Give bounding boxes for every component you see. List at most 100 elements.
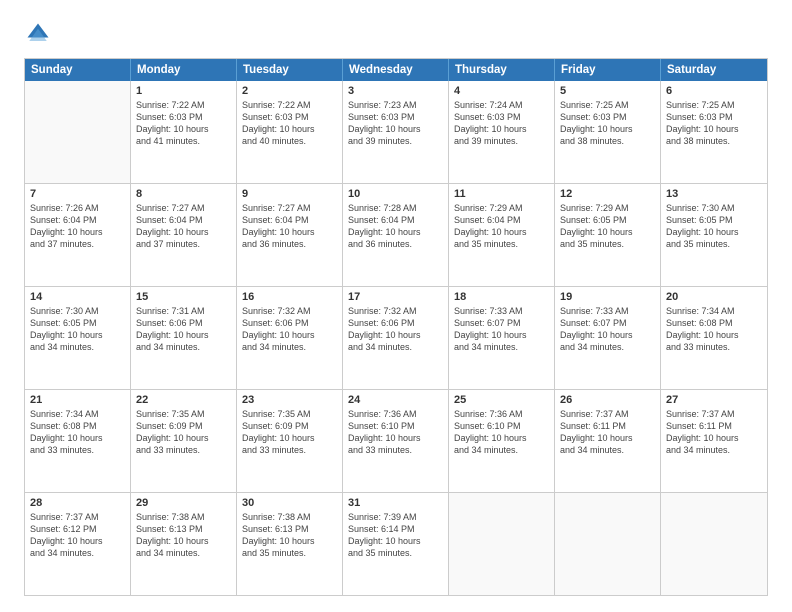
sunrise-text: Sunrise: 7:37 AM	[30, 511, 125, 523]
day-number: 20	[666, 291, 762, 303]
day-number: 12	[560, 188, 655, 200]
day-number: 3	[348, 85, 443, 97]
sunset-text: Sunset: 6:07 PM	[560, 317, 655, 329]
sunrise-text: Sunrise: 7:30 AM	[30, 305, 125, 317]
daylight-minutes: and 40 minutes.	[242, 135, 337, 147]
daylight-minutes: and 35 minutes.	[454, 238, 549, 250]
sunrise-text: Sunrise: 7:35 AM	[242, 408, 337, 420]
sunset-text: Sunset: 6:03 PM	[666, 111, 762, 123]
daylight-text: Daylight: 10 hours	[30, 432, 125, 444]
day-number: 30	[242, 497, 337, 509]
daylight-minutes: and 33 minutes.	[30, 444, 125, 456]
sunset-text: Sunset: 6:04 PM	[454, 214, 549, 226]
daylight-text: Daylight: 10 hours	[348, 226, 443, 238]
calendar-row-3: 14Sunrise: 7:30 AMSunset: 6:05 PMDayligh…	[25, 287, 767, 390]
sunrise-text: Sunrise: 7:37 AM	[666, 408, 762, 420]
daylight-text: Daylight: 10 hours	[242, 535, 337, 547]
calendar-cell: 27Sunrise: 7:37 AMSunset: 6:11 PMDayligh…	[661, 390, 767, 492]
sunrise-text: Sunrise: 7:36 AM	[454, 408, 549, 420]
sunrise-text: Sunrise: 7:27 AM	[136, 202, 231, 214]
sunset-text: Sunset: 6:05 PM	[30, 317, 125, 329]
daylight-minutes: and 38 minutes.	[666, 135, 762, 147]
sunrise-text: Sunrise: 7:34 AM	[666, 305, 762, 317]
daylight-minutes: and 36 minutes.	[348, 238, 443, 250]
daylight-minutes: and 33 minutes.	[136, 444, 231, 456]
daylight-text: Daylight: 10 hours	[242, 123, 337, 135]
calendar-cell: 10Sunrise: 7:28 AMSunset: 6:04 PMDayligh…	[343, 184, 449, 286]
day-number: 11	[454, 188, 549, 200]
day-number: 27	[666, 394, 762, 406]
header-day-thursday: Thursday	[449, 59, 555, 81]
day-number: 28	[30, 497, 125, 509]
daylight-text: Daylight: 10 hours	[348, 535, 443, 547]
day-number: 19	[560, 291, 655, 303]
daylight-minutes: and 36 minutes.	[242, 238, 337, 250]
daylight-minutes: and 35 minutes.	[242, 547, 337, 559]
day-number: 16	[242, 291, 337, 303]
day-number: 4	[454, 85, 549, 97]
sunrise-text: Sunrise: 7:30 AM	[666, 202, 762, 214]
daylight-text: Daylight: 10 hours	[136, 535, 231, 547]
daylight-text: Daylight: 10 hours	[560, 123, 655, 135]
sunset-text: Sunset: 6:13 PM	[136, 523, 231, 535]
daylight-minutes: and 34 minutes.	[242, 341, 337, 353]
calendar-cell: 9Sunrise: 7:27 AMSunset: 6:04 PMDaylight…	[237, 184, 343, 286]
daylight-text: Daylight: 10 hours	[136, 123, 231, 135]
day-number: 25	[454, 394, 549, 406]
sunset-text: Sunset: 6:04 PM	[242, 214, 337, 226]
day-number: 17	[348, 291, 443, 303]
sunset-text: Sunset: 6:08 PM	[666, 317, 762, 329]
daylight-minutes: and 34 minutes.	[30, 547, 125, 559]
sunset-text: Sunset: 6:09 PM	[242, 420, 337, 432]
calendar-cell: 20 Sunrise: 7:34 AMSunset: 6:08 PMDayligh…	[661, 287, 767, 389]
day-number: 13	[666, 188, 762, 200]
day-number: 2	[242, 85, 337, 97]
daylight-minutes: and 37 minutes.	[30, 238, 125, 250]
sunrise-text: Sunrise: 7:29 AM	[454, 202, 549, 214]
calendar-header: SundayMondayTuesdayWednesdayThursdayFrid…	[25, 59, 767, 81]
sunset-text: Sunset: 6:04 PM	[30, 214, 125, 226]
daylight-minutes: and 39 minutes.	[454, 135, 549, 147]
sunset-text: Sunset: 6:10 PM	[454, 420, 549, 432]
sunrise-text: Sunrise: 7:32 AM	[242, 305, 337, 317]
sunset-text: Sunset: 6:14 PM	[348, 523, 443, 535]
daylight-text: Daylight: 10 hours	[30, 329, 125, 341]
calendar-cell: 6Sunrise: 7:25 AMSunset: 6:03 PMDaylight…	[661, 81, 767, 183]
calendar-cell: 31Sunrise: 7:39 AMSunset: 6:14 PMDayligh…	[343, 493, 449, 595]
sunrise-text: Sunrise: 7:38 AM	[136, 511, 231, 523]
daylight-text: Daylight: 10 hours	[348, 432, 443, 444]
calendar-cell: 22Sunrise: 7:35 AMSunset: 6:09 PMDayligh…	[131, 390, 237, 492]
header-day-saturday: Saturday	[661, 59, 767, 81]
sunrise-text: Sunrise: 7:33 AM	[560, 305, 655, 317]
daylight-minutes: and 34 minutes.	[560, 444, 655, 456]
calendar-cell: 17Sunrise: 7:32 AMSunset: 6:06 PMDayligh…	[343, 287, 449, 389]
day-number: 22	[136, 394, 231, 406]
calendar-cell: 8Sunrise: 7:27 AMSunset: 6:04 PMDaylight…	[131, 184, 237, 286]
calendar-row-4: 21Sunrise: 7:34 AMSunset: 6:08 PMDayligh…	[25, 390, 767, 493]
day-number: 7	[30, 188, 125, 200]
daylight-text: Daylight: 10 hours	[136, 329, 231, 341]
sunrise-text: Sunrise: 7:35 AM	[136, 408, 231, 420]
sunset-text: Sunset: 6:05 PM	[560, 214, 655, 226]
sunset-text: Sunset: 6:06 PM	[348, 317, 443, 329]
calendar-cell: 4Sunrise: 7:24 AMSunset: 6:03 PMDaylight…	[449, 81, 555, 183]
daylight-text: Daylight: 10 hours	[666, 329, 762, 341]
daylight-text: Daylight: 10 hours	[136, 226, 231, 238]
daylight-text: Daylight: 10 hours	[242, 329, 337, 341]
daylight-text: Daylight: 10 hours	[30, 226, 125, 238]
calendar-cell: 2Sunrise: 7:22 AMSunset: 6:03 PMDaylight…	[237, 81, 343, 183]
sunset-text: Sunset: 6:12 PM	[30, 523, 125, 535]
calendar-row-1: 1Sunrise: 7:22 AMSunset: 6:03 PMDaylight…	[25, 81, 767, 184]
day-number: 21	[30, 394, 125, 406]
sunrise-text: Sunrise: 7:25 AM	[666, 99, 762, 111]
calendar-cell: 29Sunrise: 7:38 AMSunset: 6:13 PMDayligh…	[131, 493, 237, 595]
calendar-cell	[555, 493, 661, 595]
sunrise-text: Sunrise: 7:33 AM	[454, 305, 549, 317]
calendar: SundayMondayTuesdayWednesdayThursdayFrid…	[24, 58, 768, 596]
page: SundayMondayTuesdayWednesdayThursdayFrid…	[0, 0, 792, 612]
daylight-minutes: and 34 minutes.	[136, 547, 231, 559]
daylight-minutes: and 38 minutes.	[560, 135, 655, 147]
sunrise-text: Sunrise: 7:28 AM	[348, 202, 443, 214]
daylight-minutes: and 41 minutes.	[136, 135, 231, 147]
calendar-cell: 11Sunrise: 7:29 AMSunset: 6:04 PMDayligh…	[449, 184, 555, 286]
